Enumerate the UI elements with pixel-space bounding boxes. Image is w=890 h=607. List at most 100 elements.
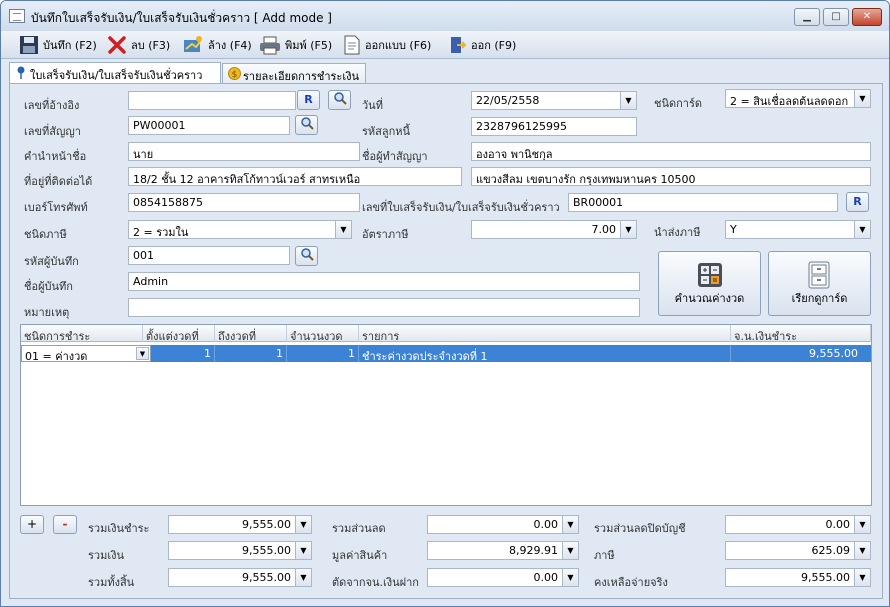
debtor-code-field[interactable]: 2328796125995 xyxy=(471,117,637,136)
total-pay-field[interactable]: 9,555.00 ▼ xyxy=(168,515,312,534)
prefix-label: คำนำหน้าชื่อ xyxy=(24,150,87,163)
contractor-label: ชื่อผู้ทำสัญญา xyxy=(362,150,428,163)
row-from: 1 xyxy=(151,345,215,362)
chevron-down-icon[interactable]: ▼ xyxy=(854,569,870,586)
total-discount-value: 0.00 xyxy=(533,518,559,531)
recorder-name-field[interactable]: Admin xyxy=(128,272,640,291)
col-to-period[interactable]: ถึงงวดที่ xyxy=(215,325,287,343)
tax-rate-field[interactable]: 7.00 ▼ xyxy=(471,220,637,239)
goods-value-field[interactable]: 8,929.91 ▼ xyxy=(427,541,579,560)
tab-payment-detail[interactable]: $ รายละเอียดการชำระเงิน xyxy=(222,63,366,83)
submit-tax-select[interactable]: Y ▼ xyxy=(725,220,871,239)
exit-button[interactable]: ออก (F9) xyxy=(449,34,516,56)
chevron-down-icon[interactable]: ▼ xyxy=(562,516,578,533)
deposit-value: 0.00 xyxy=(533,571,559,584)
recorder-search-button[interactable] xyxy=(295,246,318,266)
close-discount-label: รวมส่วนลดปิดบัญชี xyxy=(594,522,686,535)
tax-type-select[interactable]: 2 = รวมใน ▼ xyxy=(128,220,352,239)
calc-installment-button[interactable]: คำนวณค่างวด xyxy=(658,251,761,316)
save-button[interactable]: บันทึก (F2) xyxy=(19,34,97,56)
ref-r-button[interactable]: R xyxy=(297,90,320,110)
chevron-down-icon[interactable]: ▼ xyxy=(562,542,578,559)
chevron-down-icon[interactable]: ▼ xyxy=(335,221,351,238)
close-discount-field[interactable]: 0.00 ▼ xyxy=(725,515,871,534)
receipt-no-field[interactable]: BR00001 xyxy=(568,193,838,212)
phone-field[interactable]: 0854158875 xyxy=(128,193,360,212)
chevron-down-icon[interactable]: ▼ xyxy=(620,92,636,109)
chevron-down-icon[interactable]: ▼ xyxy=(854,90,870,107)
card-type-select[interactable]: 2 = สินเชื่อลดต้นลดดอก ▼ xyxy=(725,89,871,108)
card-type-label: ชนิดการ์ด xyxy=(654,97,703,110)
chevron-down-icon[interactable]: ▼ xyxy=(562,569,578,586)
grand-total-label: รวมทั้งสิ้น xyxy=(88,576,135,589)
contractor-field[interactable]: องอาจ พานิชกุล xyxy=(471,142,871,161)
debtor-code-label: รหัสลูกหนี้ xyxy=(362,125,411,138)
exit-label: ออก (F9) xyxy=(471,39,517,52)
total-money-label: รวมเงิน xyxy=(88,549,124,562)
calc-installment-label: คำนวณค่างวด xyxy=(674,292,745,305)
add-row-button[interactable]: + xyxy=(20,515,44,534)
tab-receipt[interactable]: ใบเสร็จรับเงิน/ใบเสร็จรับเงินชั่วคราว xyxy=(9,62,221,83)
grand-total-value: 9,555.00 xyxy=(242,571,291,584)
chevron-down-icon[interactable]: ▼ xyxy=(136,347,149,360)
grand-total-field[interactable]: 9,555.00 ▼ xyxy=(168,568,312,587)
date-label: วันที่ xyxy=(362,99,383,112)
col-from-period[interactable]: ตั้งแต่งวดที่ xyxy=(143,325,215,343)
chevron-down-icon[interactable]: ▼ xyxy=(854,542,870,559)
chevron-down-icon[interactable]: ▼ xyxy=(854,221,870,238)
ref-search-button[interactable] xyxy=(328,90,351,110)
remain-value: 9,555.00 xyxy=(801,571,850,584)
card-type-value: 2 = สินเชื่อลดต้นลดดอก xyxy=(730,95,849,108)
save-label: บันทึก (F2) xyxy=(43,39,97,52)
tax-total-label: ภาษี xyxy=(594,549,615,562)
design-button[interactable]: ออกแบบ (F6) xyxy=(343,34,431,56)
remain-label: คงเหลือจ่ายจริง xyxy=(594,576,668,589)
submit-tax-value: Y xyxy=(730,223,737,236)
remain-field[interactable]: 9,555.00 ▼ xyxy=(725,568,871,587)
col-count[interactable]: จำนวนงวด xyxy=(287,325,359,343)
broom-icon xyxy=(184,36,202,52)
tab-strip: ใบเสร็จรับเงิน/ใบเสร็จรับเงินชั่วคราว $ … xyxy=(1,59,889,83)
ref-field[interactable] xyxy=(128,91,296,110)
note-field[interactable] xyxy=(128,298,640,317)
total-money-field[interactable]: 9,555.00 ▼ xyxy=(168,541,312,560)
pin-icon xyxy=(17,66,25,79)
chevron-down-icon[interactable]: ▼ xyxy=(295,569,311,586)
recorder-code-field[interactable]: 001 xyxy=(128,246,290,265)
goods-value-value: 8,929.91 xyxy=(509,544,558,557)
col-pay-type[interactable]: ชนิดการชำระ xyxy=(21,325,143,343)
total-discount-field[interactable]: 0.00 ▼ xyxy=(427,515,579,534)
table-row[interactable]: 01 = ค่างวด ▼ 1 1 1 ชำระค่างวดประจำงวดที่… xyxy=(21,345,871,363)
print-button[interactable]: พิมพ์ (F5) xyxy=(259,34,332,56)
maximize-button[interactable]: □ xyxy=(823,8,849,26)
receipt-r-button[interactable]: R xyxy=(846,192,869,212)
delete-button[interactable]: ลบ (F3) xyxy=(107,34,170,56)
clear-button[interactable]: ล้าง (F4) xyxy=(182,34,252,56)
contract-search-button[interactable] xyxy=(295,115,318,135)
remove-row-button[interactable]: - xyxy=(53,515,77,534)
calculator-icon xyxy=(698,263,722,287)
prefix-field[interactable]: นาย xyxy=(128,142,360,161)
col-amount[interactable]: จ.น.เงินชำระ xyxy=(731,325,871,343)
recorder-code-label: รหัสผู้บันทึก xyxy=(24,255,79,268)
chevron-down-icon[interactable]: ▼ xyxy=(854,516,870,533)
main-window: บันทึกใบเสร็จรับเงิน/ใบเสร็จรับเงินชั่วค… xyxy=(0,0,890,607)
date-field[interactable]: 22/05/2558 ▼ xyxy=(471,91,637,110)
toolbar: บันทึก (F2) ลบ (F3) ล้าง (F4) พิมพ์ (F5)… xyxy=(1,31,889,59)
deposit-field[interactable]: 0.00 ▼ xyxy=(427,568,579,587)
contract-field[interactable]: PW00001 xyxy=(128,116,290,135)
minimize-button[interactable]: ▁ xyxy=(794,8,820,26)
col-description[interactable]: รายการ xyxy=(359,325,731,343)
chevron-down-icon[interactable]: ▼ xyxy=(295,542,311,559)
chevron-down-icon[interactable]: ▼ xyxy=(295,516,311,533)
submit-tax-label: นำส่งภาษี xyxy=(654,226,701,239)
call-card-button[interactable]: เรียกดูการ์ด xyxy=(768,251,871,316)
address-line2-field[interactable]: แขวงสีลม เขตบางรัก กรุงเทพมหานคร 10500 xyxy=(471,167,871,186)
address-line1-field[interactable]: 18/2 ชั้น 12 อาคารทิสโก้ทาวน์เวอร์ สาทรเ… xyxy=(128,167,462,186)
total-discount-label: รวมส่วนลด xyxy=(332,522,386,535)
close-button[interactable]: ✕ xyxy=(852,8,882,26)
address-label: ที่อยู่ที่ติดต่อได้ xyxy=(24,175,93,188)
chevron-down-icon[interactable]: ▼ xyxy=(620,221,636,238)
row-pay-type-select[interactable]: 01 = ค่างวด ▼ xyxy=(21,345,151,363)
tax-total-field[interactable]: 625.09 ▼ xyxy=(725,541,871,560)
